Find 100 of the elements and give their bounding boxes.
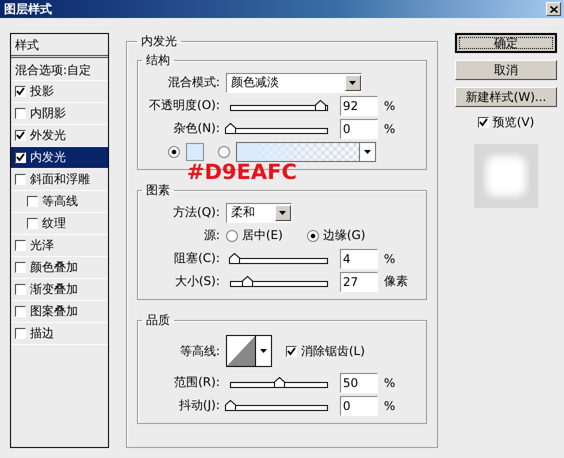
style-name: 斜面和浮雕 <box>30 171 90 188</box>
preview-checkbox[interactable]: 预览(V) <box>478 114 534 131</box>
close-icon <box>550 6 558 12</box>
style-list-item[interactable]: 斜面和浮雕 <box>11 169 108 191</box>
checkbox[interactable] <box>15 86 26 97</box>
checkbox[interactable] <box>15 262 26 273</box>
slider-thumb[interactable] <box>242 276 253 286</box>
slider-thumb[interactable] <box>274 376 285 388</box>
contour-picker[interactable] <box>226 335 272 367</box>
style-name: 纹理 <box>42 215 66 232</box>
radio-option[interactable]: 居中(E) <box>226 227 283 244</box>
group-title: 结构 <box>144 52 171 69</box>
checkbox[interactable] <box>15 306 26 317</box>
blend-mode-dropdown[interactable]: 颜色减淡 <box>226 72 362 92</box>
dialog-button[interactable]: 确定 <box>455 33 557 53</box>
unit-label: % <box>384 398 396 412</box>
checkbox[interactable] <box>15 108 26 119</box>
method-dropdown[interactable]: 柔和 <box>226 202 292 222</box>
style-list-item[interactable]: 纹理 <box>11 213 108 235</box>
value-field[interactable]: 4 <box>340 248 378 268</box>
unit-label: % <box>384 376 396 390</box>
value-field[interactable]: 50 <box>340 372 378 392</box>
style-list-item[interactable]: 光泽 <box>11 235 108 257</box>
radio-button[interactable] <box>306 230 319 242</box>
value-field[interactable]: 0 <box>340 396 378 416</box>
style-list-item[interactable]: 描边 <box>11 323 108 345</box>
slider-thumb[interactable] <box>315 100 326 110</box>
contour-icon <box>226 336 255 366</box>
field-label: 杂色(N): <box>172 120 220 137</box>
checkbox[interactable] <box>15 130 26 141</box>
field-label: 阻塞(C): <box>173 250 220 267</box>
group-title: 内发光 <box>140 33 178 50</box>
style-list-item[interactable]: 图案叠加 <box>11 301 108 323</box>
slider-thumb[interactable] <box>224 122 236 134</box>
checkbox[interactable] <box>27 218 38 229</box>
field-label: 大小(S): <box>174 273 220 290</box>
style-name: 内阴影 <box>30 105 66 122</box>
checkbox[interactable] <box>15 152 26 163</box>
style-list-item[interactable]: 颜色叠加 <box>11 257 108 279</box>
group-title: 图素 <box>144 182 171 199</box>
checkbox[interactable] <box>286 346 297 356</box>
field-label: 不透明度(O): <box>148 97 220 114</box>
style-list-item[interactable]: 等高线 <box>11 191 108 213</box>
style-list-item[interactable]: 内发光 <box>11 147 108 169</box>
style-name: 等高线 <box>42 193 78 210</box>
radio-button[interactable] <box>218 146 230 158</box>
style-name: 内发光 <box>30 149 66 166</box>
slider-thumb[interactable] <box>228 252 240 264</box>
field-label: 混合模式: <box>166 74 220 91</box>
color-swatch[interactable] <box>186 142 204 160</box>
field-label: 方法(Q): <box>172 204 220 221</box>
style-name: 描边 <box>30 325 54 342</box>
style-name: 渐变叠加 <box>30 281 78 298</box>
checkbox[interactable] <box>15 284 26 295</box>
close-button[interactable] <box>546 2 561 16</box>
field-label: 等高线: <box>178 342 220 360</box>
style-name: 光泽 <box>30 237 54 254</box>
style-list-item[interactable]: 投影 <box>11 81 108 103</box>
style-list-item[interactable]: 内阴影 <box>11 103 108 125</box>
caret-icon <box>349 80 356 84</box>
checkbox[interactable] <box>15 174 26 185</box>
dialog-button[interactable]: 取消 <box>455 60 557 80</box>
value-field[interactable]: 0 <box>340 118 378 138</box>
value-field[interactable]: 92 <box>340 96 378 116</box>
list-header: 样式 <box>11 34 108 58</box>
value-field[interactable]: 27 <box>340 272 378 292</box>
field-label: 范围(R): <box>173 374 220 391</box>
checkbox[interactable] <box>27 196 38 207</box>
checkbox-label: 预览(V) <box>492 114 534 131</box>
caret-icon <box>279 210 286 214</box>
style-list-item[interactable]: 渐变叠加 <box>11 279 108 301</box>
field-label: 源: <box>202 227 220 244</box>
style-preview <box>474 144 538 208</box>
style-name: 颜色叠加 <box>30 259 78 276</box>
checkbox[interactable] <box>15 328 26 339</box>
style-name: 投影 <box>30 83 54 100</box>
option-label: 边缘(G) <box>322 227 366 244</box>
radio-button[interactable] <box>226 230 238 242</box>
radio-option[interactable]: 边缘(G) <box>306 227 366 244</box>
style-name: 图案叠加 <box>30 303 78 320</box>
field-label: 抖动(J): <box>178 397 220 414</box>
radio-button[interactable] <box>168 146 180 158</box>
checkbox[interactable] <box>15 240 26 251</box>
window-title: 图层样式 <box>4 0 52 18</box>
caret-icon <box>260 349 267 353</box>
checkbox-label: 消除锯齿(L) <box>300 342 365 360</box>
color-annotation: #D9EAFC <box>186 160 297 184</box>
unit-label: 像素 <box>384 273 408 290</box>
unit-label: % <box>384 98 396 112</box>
unit-label: % <box>384 122 396 136</box>
dialog-button[interactable]: 新建样式(W)... <box>455 87 557 107</box>
checkbox[interactable] <box>478 117 489 128</box>
group-title: 品质 <box>144 312 171 329</box>
slider-thumb[interactable] <box>224 400 236 410</box>
unit-label: % <box>384 252 396 266</box>
blending-options-item[interactable]: 混合选项:自定 <box>11 58 108 81</box>
style-name: 外发光 <box>30 127 66 144</box>
caret-icon <box>364 150 371 154</box>
gradient-picker[interactable] <box>236 142 376 162</box>
antialias-checkbox[interactable]: 消除锯齿(L) <box>286 342 365 360</box>
